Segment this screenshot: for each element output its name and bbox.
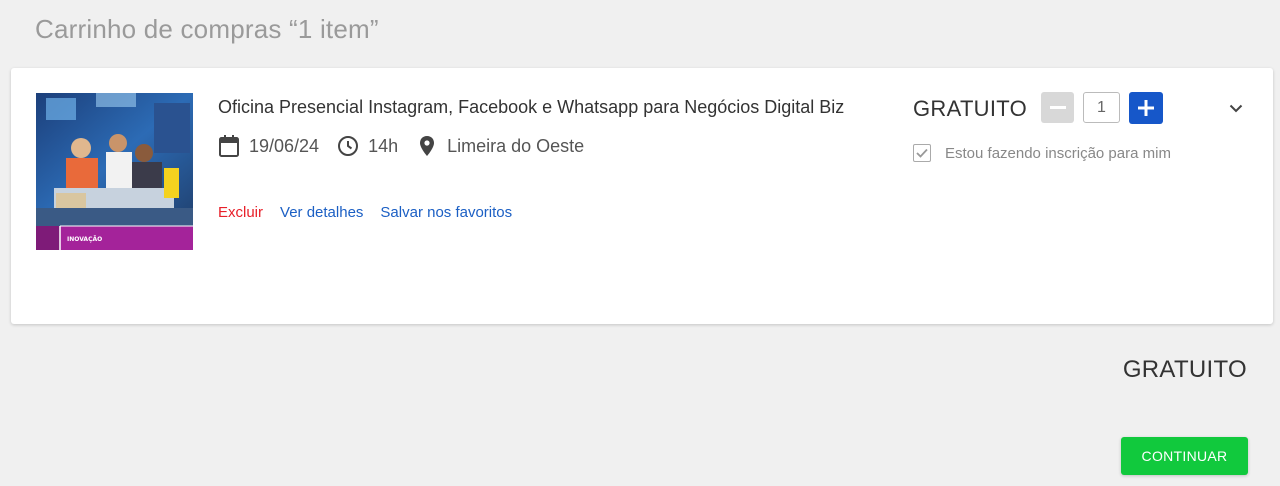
- plus-icon: [1138, 100, 1154, 116]
- page-title: Carrinho de compras “1 item”: [35, 14, 379, 44]
- event-thumbnail[interactable]: INOVAÇÃO: [36, 93, 193, 250]
- item-price: GRATUITO: [913, 96, 1028, 121]
- calendar-icon: [219, 135, 239, 157]
- event-time-text: 14h: [368, 135, 399, 156]
- remove-link[interactable]: Excluir: [218, 204, 263, 221]
- cart-total: GRATUITO: [1122, 356, 1247, 383]
- increase-quantity-button[interactable]: [1129, 92, 1163, 124]
- continue-button[interactable]: CONTINUAR: [1121, 437, 1248, 475]
- decrease-quantity-button[interactable]: [1041, 92, 1074, 123]
- cart-item-card: INOVAÇÃO Oficina Presencial Instagram, F…: [11, 68, 1273, 324]
- quantity-input[interactable]: [1083, 92, 1120, 123]
- self-registration-label: Estou fazendo inscrição para mim: [945, 144, 1171, 162]
- thumbnail-caption: INOVAÇÃO: [67, 236, 103, 243]
- event-date: 19/06/24: [218, 134, 319, 158]
- event-time: 14h: [337, 135, 398, 157]
- map-pin-icon: [420, 136, 435, 156]
- view-details-link[interactable]: Ver detalhes: [280, 204, 363, 221]
- save-favorite-link[interactable]: Salvar nos favoritos: [380, 204, 512, 221]
- event-location: Limeira do Oeste: [416, 134, 584, 158]
- self-registration-option[interactable]: Estou fazendo inscrição para mim: [913, 144, 1171, 162]
- event-location-text: Limeira do Oeste: [447, 135, 585, 156]
- chevron-down-icon: [1229, 104, 1243, 112]
- expand-item-toggle[interactable]: [1226, 98, 1246, 118]
- clock-icon: [338, 136, 359, 156]
- event-date-text: 19/06/24: [249, 135, 320, 156]
- event-meta: 19/06/24 14h Limeira do Oeste: [218, 134, 602, 158]
- minus-icon: [1049, 105, 1066, 109]
- check-icon: [916, 148, 928, 158]
- event-thumbnail-image: [36, 93, 193, 250]
- event-title[interactable]: Oficina Presencial Instagram, Facebook e…: [218, 97, 844, 118]
- item-actions: Excluir Ver detalhes Salvar nos favorito…: [218, 204, 529, 221]
- self-registration-checkbox[interactable]: [913, 144, 931, 162]
